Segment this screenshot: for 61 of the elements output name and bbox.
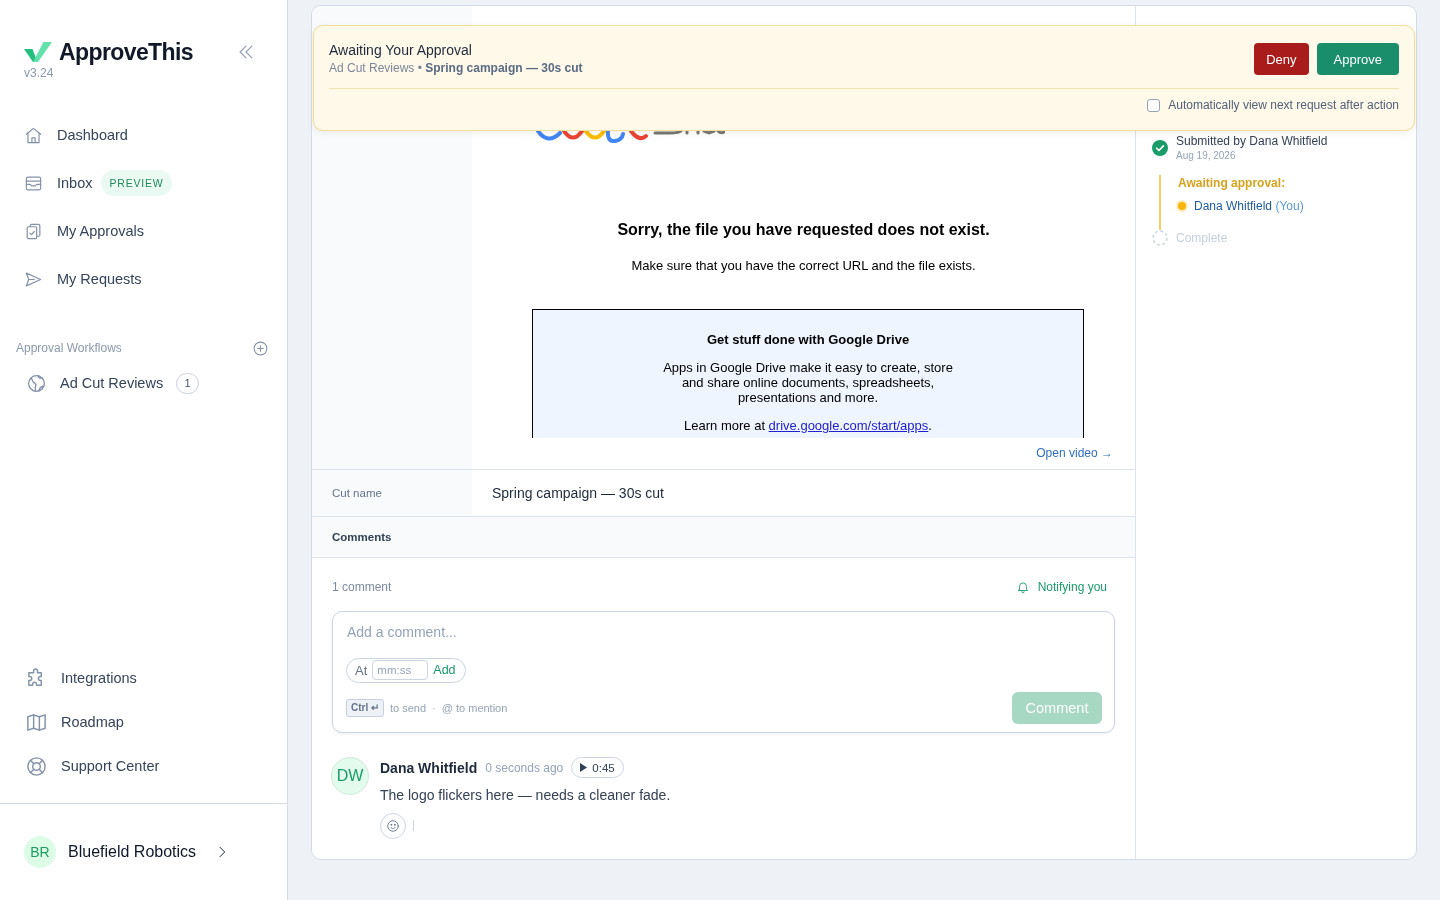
nav-item[interactable]: Integrations [25,664,137,692]
home-icon [24,125,43,145]
comment-text: The logo flickers here — needs a cleaner fade. [380,786,671,805]
request-subtitle: Ad Cut Reviews • Spring campaign — 30s cut [329,60,583,76]
logo-icon [24,42,52,62]
nav-item[interactable]: My Requests [24,265,142,293]
check-circle-icon [1152,140,1168,156]
shortcut-key: Ctrl ↵ [346,699,384,717]
plus-circle-icon[interactable] [252,339,269,357]
error-message: Make sure that you have the correct URL and the file exists. [630,258,977,274]
version-label: v3.24 [24,66,54,80]
brand-name: ApproveThis [59,38,193,66]
error-heading: Sorry, the file you have requested does not exist. [616,220,991,240]
smiley-icon [386,819,400,833]
approver-name: Dana Whitfield (You) [1194,199,1304,213]
comment-time: 0 seconds ago [485,761,564,775]
checkbox-label: Automatically view next request after action [1168,98,1399,112]
comments-heading: Comments [332,531,392,544]
nav-item[interactable]: Roadmap [25,708,124,736]
play-icon [580,763,588,773]
open-video-link[interactable]: Open video → [1036,446,1113,460]
workspace-avatar: BR [24,836,56,868]
section-heading: Approval Workflows [16,341,122,355]
user-avatar: DW [331,757,369,795]
status-dot [1178,202,1186,210]
at-label: At [355,663,368,678]
nav-item[interactable]: Dashboard [24,121,128,149]
notify-toggle[interactable]: Notifying you [1015,580,1107,594]
banner-title: Awaiting Your Approval [329,41,473,59]
field-label: Cut name [332,486,382,499]
mention-hint: @ to mention [441,702,508,714]
send-hint: to send [390,702,427,714]
separator-dot: · [432,702,436,714]
add-time-button[interactable]: Add [433,663,456,678]
timeline-connector [1159,175,1161,230]
comment-input[interactable]: Add a comment... [346,622,1102,642]
deny-button[interactable]: Deny [1254,43,1309,75]
step-title: Awaiting approval: [1178,176,1286,191]
nav-item[interactable]: My Approvals [24,217,145,245]
nav-item[interactable]: Inbox PREVIEW [24,169,172,197]
workflow-item[interactable]: Ad Cut Reviews 1 [26,369,200,397]
comment-author: Dana Whitfield [380,760,478,776]
globe-icon [26,372,47,394]
lifebuoy-icon [25,754,48,778]
field-value: Spring campaign — 30s cut [492,484,664,501]
comment-count: 1 comment [332,580,392,594]
promo-text: Apps in Google Drive make it easy to create, store and share online documents, spreadsheets, presentations and more. [662,360,954,405]
approve-button[interactable]: Approve [1316,43,1399,75]
learn-more-text: Learn more at drive.google.com/start/apps. [683,418,933,433]
preview-badge: PREVIEW [101,170,172,196]
dashed-circle-icon [1152,230,1168,246]
step-title: Complete [1176,230,1228,246]
promo-title: Get stuff done with Google Drive [705,332,911,347]
checkbox[interactable] [1147,98,1161,112]
step-date: Aug 19, 2026 [1176,149,1236,162]
time-input[interactable]: mm:ss [372,660,429,681]
bell-icon [1015,580,1030,594]
workspace-switcher[interactable]: BR Bluefield Robotics [24,836,231,868]
clipboard-check-icon [24,221,43,241]
step-title: Submitted by Dana Whitfield [1176,134,1328,149]
nav-item[interactable]: Support Center [25,752,160,780]
